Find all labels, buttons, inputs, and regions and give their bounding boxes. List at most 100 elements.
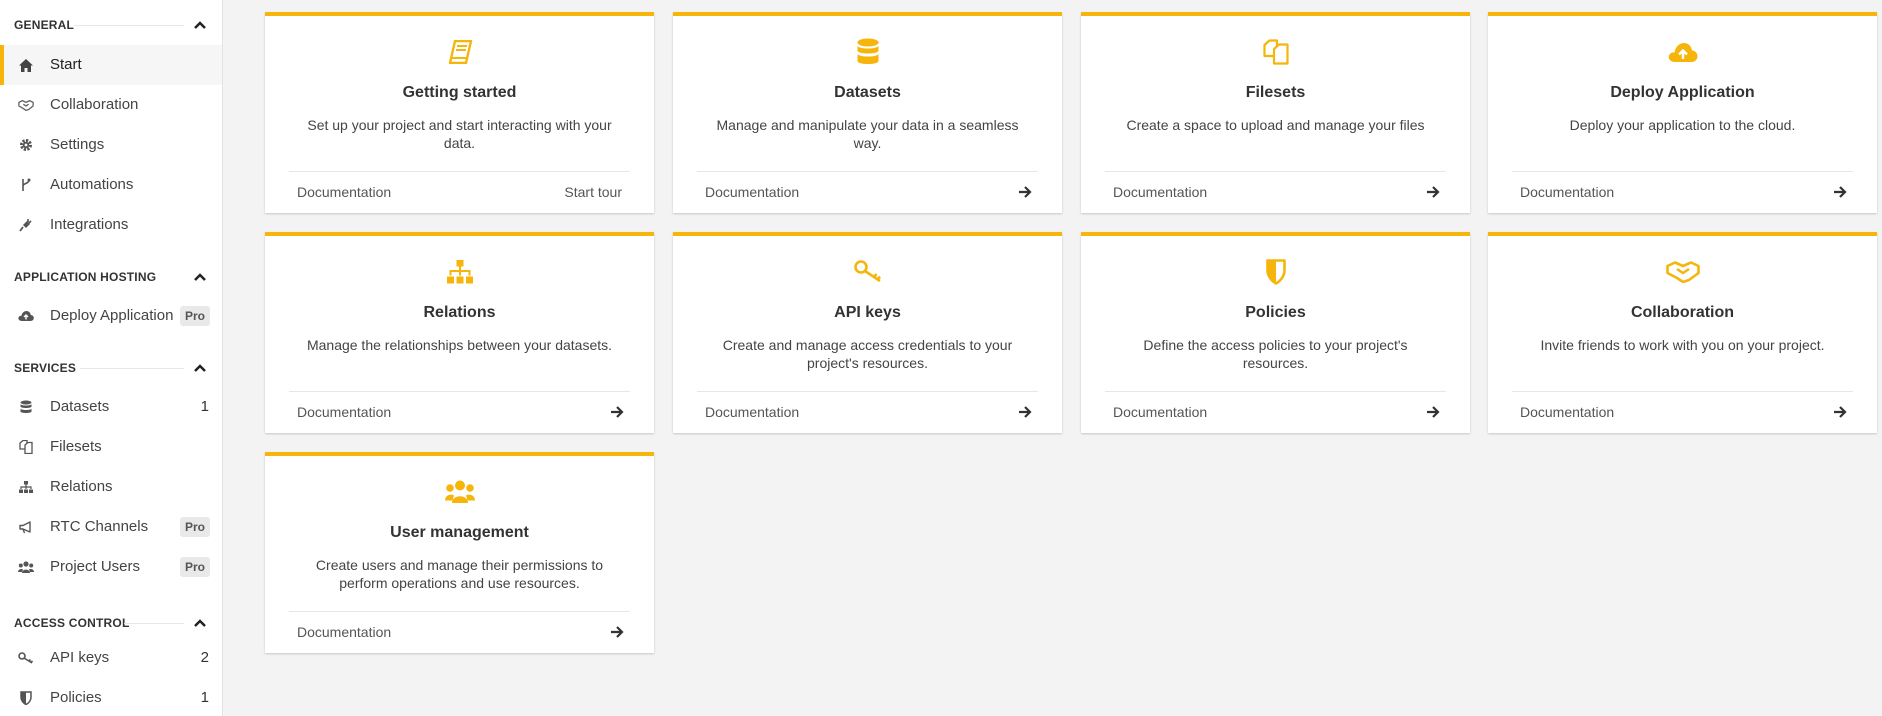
documentation-link[interactable]: Documentation: [297, 184, 391, 200]
item-count: 1: [200, 398, 209, 415]
arrow-right-icon[interactable]: [1833, 185, 1847, 199]
section-title: GENERAL: [14, 18, 75, 32]
files-icon: [1081, 36, 1470, 68]
sidebar-item-label: Start: [50, 56, 82, 73]
card-footer: Documentation: [1105, 391, 1446, 433]
branch-icon: [18, 177, 34, 193]
documentation-link[interactable]: Documentation: [705, 184, 799, 200]
arrow-right-icon[interactable]: [1833, 405, 1847, 419]
sidebar-item-label: Integrations: [50, 216, 129, 233]
chevron-up-icon[interactable]: [192, 269, 208, 285]
chevron-up-icon[interactable]: [192, 615, 208, 631]
sidebar-item-label: Deploy Application: [50, 307, 174, 324]
sidebar-item-label: API keys: [50, 649, 110, 666]
section-header-access-control[interactable]: ACCESS CONTROL: [0, 608, 222, 638]
sidebar-item-settings[interactable]: Settings: [0, 125, 222, 165]
section-title: APPLICATION HOSTING: [14, 270, 157, 284]
documentation-link[interactable]: Documentation: [1520, 404, 1614, 420]
book-icon: [265, 36, 654, 68]
card-footer: Documentation: [697, 171, 1038, 213]
sidebar-item-relations[interactable]: Relations: [0, 467, 222, 507]
card-footer: Documentation: [1512, 391, 1853, 433]
documentation-link[interactable]: Documentation: [297, 624, 391, 640]
arrow-right-icon[interactable]: [610, 405, 624, 419]
arrow-right-icon[interactable]: [1018, 185, 1032, 199]
plug-icon: [18, 217, 34, 233]
sidebar-item-automations[interactable]: Automations: [0, 165, 222, 205]
sidebar-item-datasets[interactable]: Datasets 1: [0, 387, 222, 427]
section-header-general[interactable]: GENERAL: [0, 10, 222, 40]
sidebar-item-label: Filesets: [50, 438, 102, 455]
card-description: Create and manage access credentials to …: [722, 337, 1013, 371]
card-footer: Documentation: [289, 391, 630, 433]
section-divider: [74, 25, 184, 26]
card-title: Deploy Application: [1610, 84, 1755, 101]
chevron-up-icon[interactable]: [192, 17, 208, 33]
card-footer: Documentation: [697, 391, 1038, 433]
sitemap-icon: [265, 256, 654, 288]
section-header-services[interactable]: SERVICES: [0, 353, 222, 383]
card-user-management: User management Create users and manage …: [265, 452, 654, 653]
card-title: Filesets: [1245, 84, 1306, 101]
section-header-application-hosting[interactable]: APPLICATION HOSTING: [0, 262, 222, 292]
sidebar-item-deploy-application[interactable]: Deploy Application Pro: [0, 296, 222, 336]
card-description: Set up your project and start interactin…: [307, 117, 612, 151]
card-getting-started: Getting started Set up your project and …: [265, 12, 654, 213]
sidebar-item-label: Project Users: [50, 558, 141, 575]
card-filesets: Filesets Create a space to upload and ma…: [1081, 12, 1470, 213]
sidebar-item-label: Settings: [50, 136, 105, 153]
arrow-right-icon[interactable]: [1018, 405, 1032, 419]
pro-badge: Pro: [179, 306, 210, 326]
card-footer: Documentation: [1512, 171, 1853, 213]
shield-icon: [18, 690, 34, 706]
key-icon: [18, 650, 34, 666]
arrow-right-icon[interactable]: [1426, 185, 1440, 199]
card-deploy-application: Deploy Application Deploy your applicati…: [1488, 12, 1877, 213]
sitemap-icon: [18, 479, 34, 495]
sidebar-item-label: Policies: [50, 689, 102, 706]
users-icon: [265, 476, 654, 508]
section-divider: [124, 623, 184, 624]
sidebar-item-label: Relations: [50, 478, 113, 495]
card-title: API keys: [834, 304, 901, 321]
card-footer: Documentation Start tour: [289, 171, 630, 213]
section-divider: [80, 368, 184, 369]
key-icon: [673, 256, 1062, 288]
arrow-right-icon[interactable]: [610, 625, 624, 639]
card-description: Define the access policies to your proje…: [1143, 337, 1408, 371]
card-description: Deploy your application to the cloud.: [1569, 117, 1796, 133]
card-footer: Documentation: [289, 611, 630, 653]
sidebar: GENERAL Start Collaboration Settings Aut…: [0, 0, 223, 716]
documentation-link[interactable]: Documentation: [1520, 184, 1614, 200]
sidebar-item-collaboration[interactable]: Collaboration: [0, 85, 222, 125]
card-title: Getting started: [402, 84, 517, 101]
chevron-up-icon[interactable]: [192, 360, 208, 376]
home-icon: [18, 57, 34, 73]
sidebar-item-label: Automations: [50, 176, 134, 193]
documentation-link[interactable]: Documentation: [1113, 184, 1207, 200]
sidebar-item-project-users[interactable]: Project Users Pro: [0, 547, 222, 587]
handshake-icon: [18, 97, 34, 113]
sidebar-item-label: Collaboration: [50, 96, 139, 113]
sidebar-item-filesets[interactable]: Filesets: [0, 427, 222, 467]
sidebar-item-start[interactable]: Start: [0, 45, 222, 85]
section-title: SERVICES: [14, 361, 77, 375]
sidebar-item-label: RTC Channels: [50, 518, 149, 535]
card-collaboration: Collaboration Invite friends to work wit…: [1488, 232, 1877, 433]
database-icon: [18, 399, 34, 415]
sidebar-item-integrations[interactable]: Integrations: [0, 205, 222, 245]
arrow-right-icon[interactable]: [1426, 405, 1440, 419]
card-title: Relations: [423, 304, 496, 321]
card-api-keys: API keys Create and manage access creden…: [673, 232, 1062, 433]
documentation-link[interactable]: Documentation: [1113, 404, 1207, 420]
sidebar-item-api-keys[interactable]: API keys 2: [0, 638, 222, 678]
documentation-link[interactable]: Documentation: [297, 404, 391, 420]
start-tour-link[interactable]: Start tour: [564, 184, 622, 200]
card-relations: Relations Manage the relationships betwe…: [265, 232, 654, 433]
section-title: ACCESS CONTROL: [14, 616, 130, 630]
sidebar-item-rtc-channels[interactable]: RTC Channels Pro: [0, 507, 222, 547]
card-title: User management: [390, 524, 529, 541]
documentation-link[interactable]: Documentation: [705, 404, 799, 420]
sidebar-item-policies[interactable]: Policies 1: [0, 678, 222, 716]
users-icon: [18, 559, 34, 575]
